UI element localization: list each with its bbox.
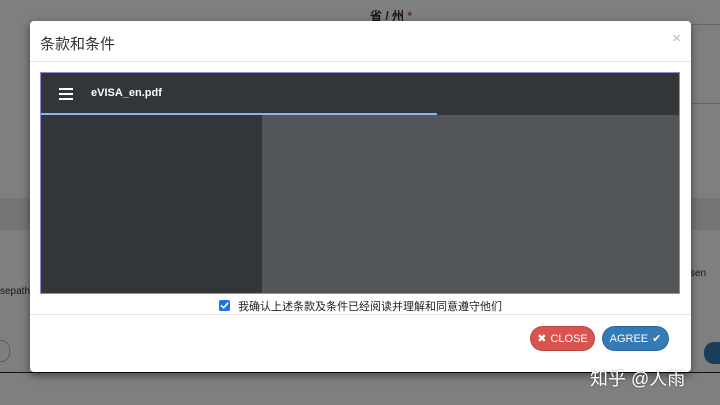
times-icon: ✖: [537, 333, 547, 345]
checkmark-icon: [220, 302, 229, 309]
check-icon: ✔: [652, 333, 662, 345]
watermark: 知乎 @人雨: [590, 369, 686, 389]
modal-title: 条款和条件: [40, 36, 116, 53]
close-icon[interactable]: ×: [672, 31, 681, 46]
agree-button-label: AGREE: [609, 332, 649, 345]
pdf-thumbnail-sidebar[interactable]: [41, 115, 262, 293]
modal-header: 条款和条件 ×: [30, 21, 691, 62]
pdf-page-area[interactable]: [262, 115, 679, 293]
pdf-toolbar: eVISA_en.pdf: [41, 73, 679, 114]
close-button-label: CLOSE: [550, 332, 588, 345]
agree-checkbox-text: 我确认上述条款及条件已经阅读并理解和同意遵守他们: [238, 300, 502, 313]
agree-row: 我确认上述条款及条件已经阅读并理解和同意遵守他们: [30, 297, 691, 315]
pdf-filename: eVISA_en.pdf: [91, 87, 162, 99]
modal-footer: ✖ CLOSE AGREE ✔: [30, 314, 691, 372]
agree-checkbox-label[interactable]: 我确认上述条款及条件已经阅读并理解和同意遵守他们: [219, 298, 502, 314]
agree-button[interactable]: AGREE ✔: [602, 326, 669, 351]
agree-checkbox[interactable]: [219, 300, 230, 311]
close-button[interactable]: ✖ CLOSE: [530, 326, 595, 351]
terms-modal: 条款和条件 × eVISA_en.pdf 我确认上述条款及条件已经阅读并理解和同…: [30, 21, 691, 372]
pdf-viewer[interactable]: eVISA_en.pdf: [40, 72, 680, 294]
hamburger-menu-icon[interactable]: [59, 88, 73, 100]
